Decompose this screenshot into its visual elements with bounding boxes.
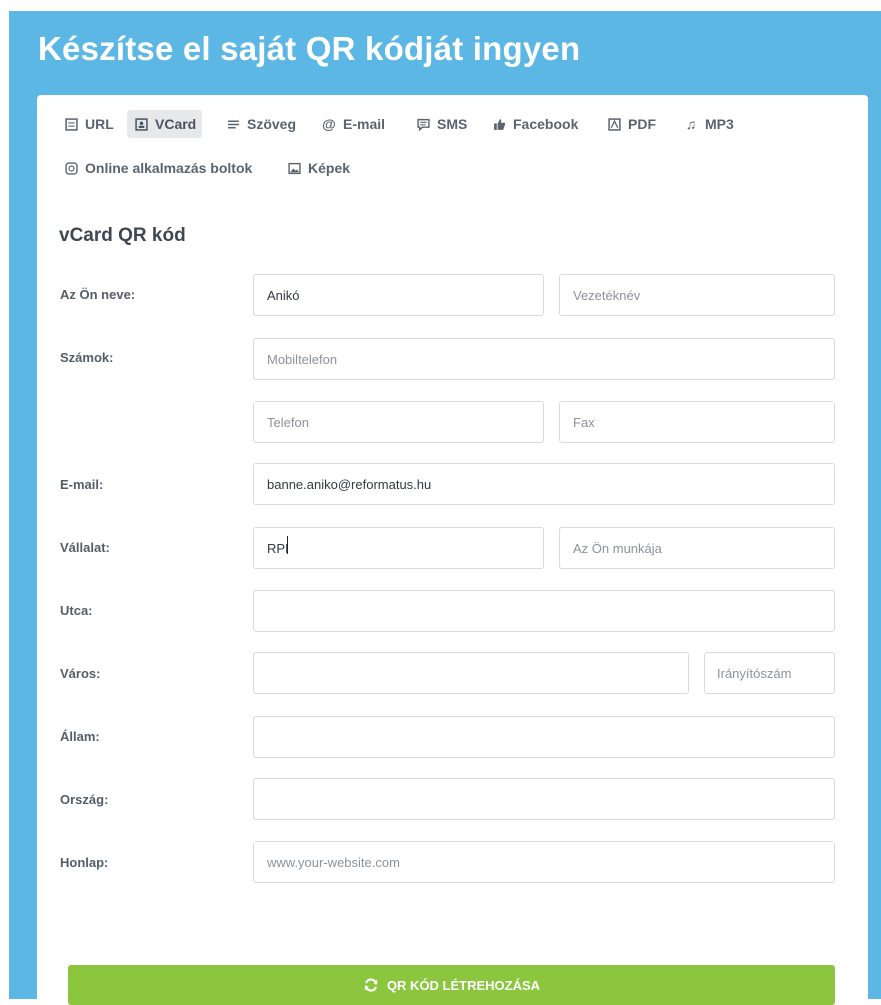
tab-label: E-mail [343, 116, 386, 132]
tab-label: PDF [628, 116, 656, 132]
tab-label: Képek [308, 160, 351, 176]
label-name: Az Ön neve: [60, 287, 136, 302]
tab-vcard[interactable]: VCard [127, 110, 203, 138]
chat-bubble-icon [415, 116, 431, 132]
website-input[interactable] [253, 841, 835, 883]
pdf-icon [606, 116, 622, 132]
tab-email[interactable]: @ E-mail [315, 110, 391, 138]
country-input[interactable] [253, 778, 835, 820]
company-input[interactable] [253, 527, 544, 569]
form-title: vCard QR kód [59, 225, 186, 246]
label-website: Honlap: [60, 855, 109, 870]
state-input[interactable] [253, 716, 835, 758]
tab-facebook[interactable]: Facebook [485, 110, 584, 138]
tab-app-stores[interactable]: Online alkalmazás boltok [57, 154, 258, 182]
last-name-input[interactable] [559, 274, 835, 316]
tab-images[interactable]: Képek [280, 154, 356, 182]
label-street: Utca: [60, 603, 93, 618]
zip-input[interactable] [704, 652, 835, 694]
mobile-input[interactable] [253, 338, 835, 380]
phone-input[interactable] [253, 401, 544, 443]
label-email: E-mail: [60, 477, 104, 492]
music-note-icon: ♫ [685, 116, 697, 132]
first-name-input[interactable] [253, 274, 544, 316]
document-icon [63, 116, 79, 132]
tab-text[interactable]: Szöveg [219, 110, 302, 138]
tab-label: Facebook [513, 116, 579, 132]
job-input[interactable] [559, 527, 835, 569]
thumbs-up-icon [491, 116, 507, 132]
text-lines-icon [225, 116, 241, 132]
tab-label: VCard [155, 116, 197, 132]
tab-label: Online alkalmazás boltok [85, 160, 253, 176]
tab-sms[interactable]: SMS [409, 110, 473, 138]
city-input[interactable] [253, 652, 689, 694]
tab-pdf[interactable]: PDF [600, 110, 662, 138]
tab-label: MP3 [705, 116, 734, 132]
generator-card: URL VCard Szöveg @ E-mail SMS Facebook P… [37, 95, 868, 1005]
fax-input[interactable] [559, 401, 835, 443]
label-company: Vállalat: [60, 540, 110, 555]
tab-label: SMS [437, 116, 468, 132]
contact-card-icon [133, 116, 149, 132]
label-numbers: Számok: [60, 350, 114, 365]
tab-label: Szöveg [247, 116, 297, 132]
type-tabs: URL VCard Szöveg @ E-mail SMS Facebook P… [37, 95, 868, 195]
create-qr-button[interactable]: QR KÓD LÉTREHOZÁSA [68, 965, 835, 1005]
tab-label: URL [85, 116, 114, 132]
create-qr-button-label: QR KÓD LÉTREHOZÁSA [386, 977, 541, 993]
email-input[interactable] [253, 463, 835, 505]
page-title: Készítse el saját QR kódját ingyen [38, 30, 581, 67]
image-icon [286, 160, 302, 176]
refresh-icon [363, 977, 379, 993]
label-country: Ország: [60, 792, 109, 807]
street-input[interactable] [253, 590, 835, 632]
label-city: Város: [60, 666, 101, 681]
tab-mp3[interactable]: ♫ MP3 [677, 110, 740, 138]
text-cursor [287, 536, 288, 554]
tab-url[interactable]: URL [57, 110, 120, 138]
app-store-icon [63, 160, 79, 176]
at-sign-icon: @ [322, 116, 336, 132]
label-state: Állam: [60, 729, 100, 744]
